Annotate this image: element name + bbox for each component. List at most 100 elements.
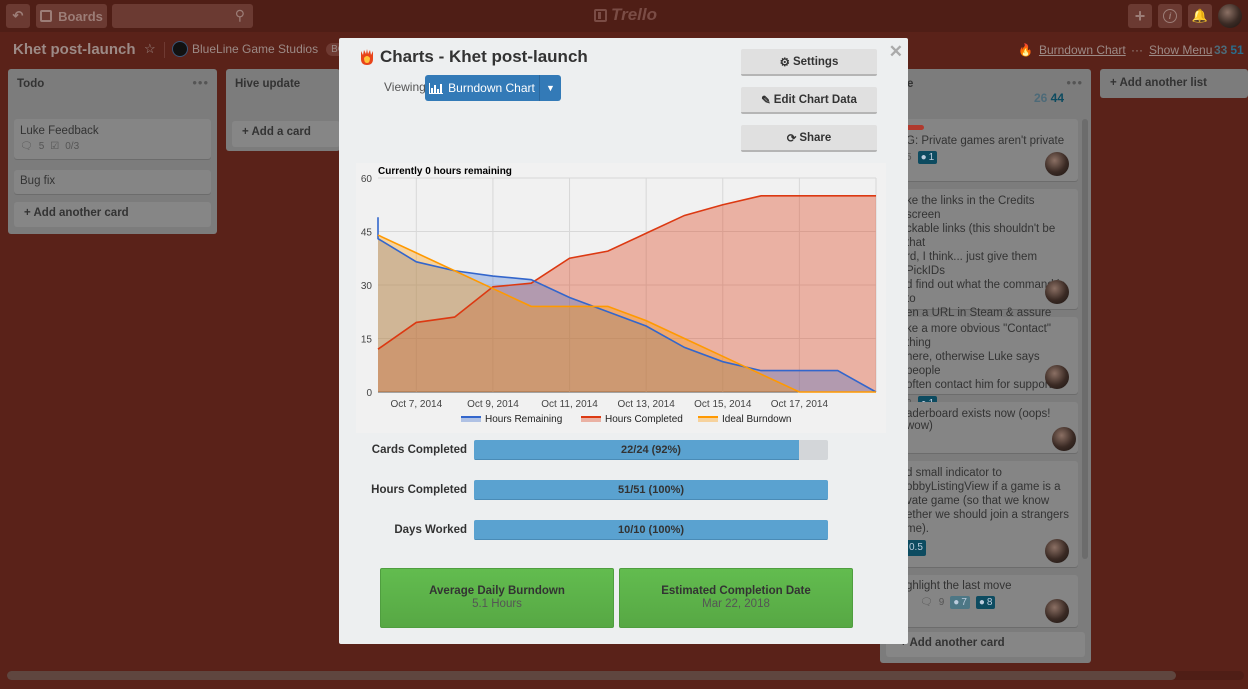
card-luke-feedback[interactable]: Luke Feedback 🗨 5 ☑ 0/3 [14,119,211,159]
member-avatar[interactable] [1052,427,1076,451]
y-tick-label: 60 [361,174,373,185]
comment-icon: 🗨 [920,597,933,608]
list-hive-update: Hive update + Add a card [226,69,340,151]
search-input[interactable]: ⚲ [112,4,253,28]
card-bug-fix[interactable]: Bug fix [14,170,211,194]
card-title-line: me). [906,523,929,535]
add-card-button[interactable]: + Add another card [14,202,211,227]
card-title-line: ke the links in the Credits screen [906,195,1035,221]
list-item[interactable]: ke a more obvious "Contact" thing here, … [886,317,1078,412]
bar-chart-icon [429,82,444,94]
show-menu-link[interactable]: ··· Show Menu [1131,43,1212,57]
checklist-count: 0/3 [65,141,80,152]
share-button[interactable]: ⟳ Share [741,125,877,152]
card-title-line: rd, I think... just give them PickIDs [906,251,1038,277]
chart-title: Currently 0 hours remaining [378,166,512,177]
list-menu-icon[interactable]: ••• [1066,75,1083,90]
star-icon[interactable]: ☆ [144,41,156,57]
settings-button[interactable]: ⚙ Settings [741,49,877,76]
x-tick-label: Oct 7, 2014 [390,399,442,410]
board-counts: 33 51 [1214,43,1244,57]
y-tick-label: 45 [361,228,373,239]
add-list-button[interactable]: + Add another list [1100,69,1248,98]
list-item[interactable]: aderboard exists now (oops! wow) [886,402,1078,453]
estimate-badge: ● 7 [950,596,970,609]
days-worked-label: Days Worked [394,524,467,536]
modal-title: Charts - Khet post-launch [360,47,588,67]
lightbulb-icon: ● [920,152,927,163]
list-item[interactable]: d small indicator to obbyListingView if … [886,461,1078,567]
list-scrollbar[interactable] [1082,119,1088,559]
burndown-chart: Currently 0 hours remaining 0 15 30 45 60 Oct … [356,163,886,433]
board-scroll-thumb[interactable] [7,671,1176,680]
viewing-label: Viewing [384,80,426,94]
chart-type-button[interactable]: Burndown Chart [425,75,540,101]
hours-completed-label: Hours Completed [371,484,467,496]
create-button[interactable]: + [1128,4,1152,28]
list-menu-icon[interactable]: ••• [192,75,209,90]
list-item[interactable]: ke the links in the Credits screen ckabl… [886,189,1078,368]
list-title[interactable]: Hive update [235,78,300,90]
modal-title-text: Charts - Khet post-launch [380,47,588,66]
summary-title: Average Daily Burndown [429,585,565,597]
comment-count: 9 [938,597,945,608]
card-title: G: Private games aren't private [906,135,1065,147]
hours-completed-bar: 51/51 (100%) [474,480,828,500]
badge-value: 0.5 [909,542,923,553]
caret-down-icon[interactable]: ▼ [540,75,561,101]
top-bar: ↶ Boards ⚲ Trello + i 🔔 [0,0,1248,32]
burndown-chart-svg: Currently 0 hours remaining 0 15 30 45 60 Oct … [361,166,877,425]
chart-type-dropdown[interactable]: Burndown Chart ▼ [425,75,561,101]
count-a: 33 [1214,43,1228,57]
x-tick-label: Oct 17, 2014 [771,399,829,410]
more-icon: ··· [1131,43,1143,57]
info-button[interactable]: i [1158,4,1182,28]
list-item[interactable]: G: Private games aren't private 5 ● 1 [886,119,1078,181]
flame-icon: 🔥 [1018,43,1033,57]
list-title[interactable]: Todo [17,78,44,90]
board-title[interactable]: Khet post-launch [13,41,136,58]
member-avatar[interactable] [1045,280,1069,304]
logo-text: Trello [611,5,657,24]
card-title-line: ckable links (this shouldn't be that [906,223,1056,249]
x-tick-label: Oct 9, 2014 [467,399,519,410]
notifications-button[interactable]: 🔔 [1188,4,1212,28]
pencil-icon: ✎ [761,94,771,107]
user-avatar[interactable] [1218,4,1242,28]
member-avatar[interactable] [1045,539,1069,563]
y-tick-label: 15 [361,335,373,346]
count-b: 51 [1230,43,1244,57]
x-tick-label: Oct 11, 2014 [541,399,598,410]
add-card-button[interactable]: + Add another card [886,632,1085,657]
trello-logo[interactable]: Trello [594,5,657,25]
add-card-button[interactable]: + Add a card [232,121,340,147]
close-icon[interactable]: ✕ [889,42,903,62]
summary-value: 5.1 Hours [472,598,522,610]
back-button[interactable]: ↶ [6,4,30,28]
boards-label: Boards [58,8,103,24]
gear-icon: ⚙ [779,56,790,69]
legend-label: Ideal Burndown [722,414,792,425]
lightbulb-icon: ● [978,597,985,608]
member-avatar[interactable] [1045,365,1069,389]
days-worked-bar: 10/10 (100%) [474,520,828,540]
member-avatar[interactable] [1045,599,1069,623]
show-menu-text[interactable]: Show Menu [1149,43,1212,57]
badge-value: 7 [961,597,967,608]
burndown-link-text[interactable]: Burndown Chart [1039,43,1126,57]
boards-button[interactable]: Boards [36,4,107,28]
count-a: 26 [1033,91,1048,105]
info-icon: i [1163,9,1177,23]
burndown-link[interactable]: 🔥 Burndown Chart [1018,43,1126,57]
trello-logo-icon [594,8,607,22]
progress-text: 10/10 (100%) [617,524,685,536]
badge-value: 8 [986,597,993,608]
member-avatar[interactable] [1045,152,1069,176]
team-button[interactable]: BlueLine Game Studios BC [172,41,350,57]
list-item[interactable]: ghlight the last move 🗨 9 ● 7 ● 8 [886,575,1078,627]
cards-completed-label: Cards Completed [371,444,467,456]
edit-chart-data-button[interactable]: ✎ Edit Chart Data [741,87,877,114]
badge-value: 1 [928,152,935,163]
chart-type-label: Burndown Chart [448,81,535,95]
progress-text: 22/24 (92%) [621,444,681,456]
